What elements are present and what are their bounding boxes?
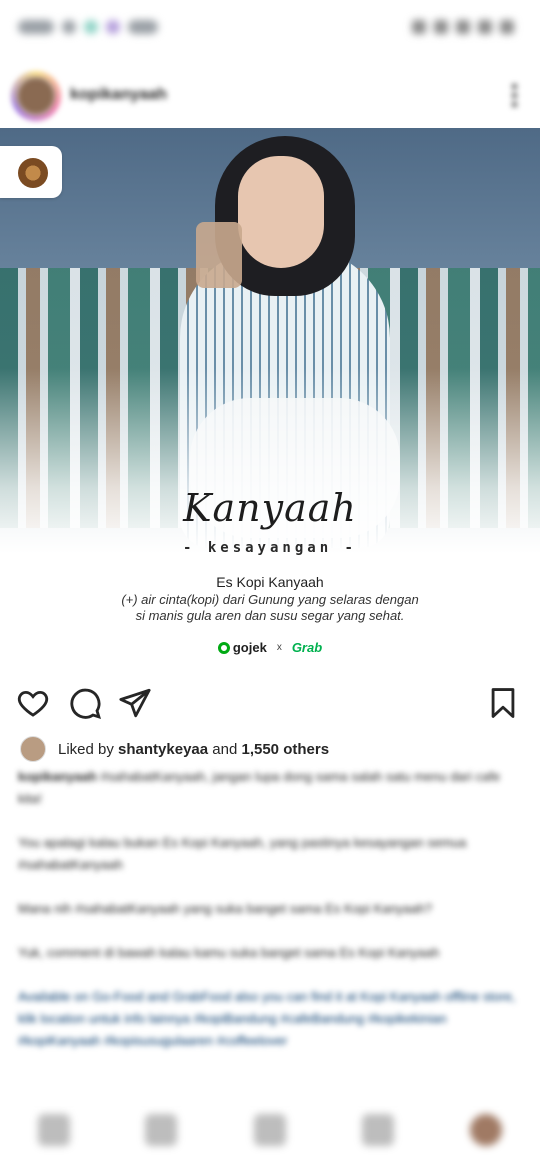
- caption-paragraph: Yuk, comment di bawah kalau kamu suka ba…: [18, 945, 440, 960]
- description-line: si manis gula aren dan susu segar yang s…: [135, 608, 405, 623]
- post-author-username[interactable]: kopikanyaah: [70, 86, 167, 104]
- partner-separator: x: [276, 642, 282, 653]
- bottom-navigation: [0, 1100, 540, 1170]
- gojek-logo: gojek: [217, 640, 267, 655]
- status-system-icons: [412, 20, 514, 34]
- liked-by-text: Liked by shantykeyaa and 1,550 others: [58, 741, 329, 758]
- likes-count[interactable]: 1,550 others: [241, 741, 329, 758]
- reels-icon[interactable]: [254, 1114, 286, 1146]
- liker-avatar: [20, 736, 46, 762]
- post-action-bar: [0, 682, 540, 726]
- heart-icon[interactable]: [16, 686, 50, 720]
- home-icon[interactable]: [38, 1114, 70, 1146]
- brand-logo: [0, 146, 62, 198]
- liker-username[interactable]: shantykeyaa: [118, 741, 208, 758]
- more-options-icon[interactable]: [512, 84, 518, 108]
- caption-paragraph: Mana nih #sahabatKanyaah yang suka bange…: [18, 901, 433, 916]
- post-author-avatar[interactable]: [12, 72, 60, 120]
- activity-icon[interactable]: [362, 1114, 394, 1146]
- post-header: kopikanyaah: [0, 68, 540, 124]
- status-bar: [0, 0, 540, 58]
- liked-by-prefix: Liked by: [58, 740, 119, 758]
- search-icon[interactable]: [145, 1114, 177, 1146]
- caption-paragraph: Available on Go-Food and GrabFood also y…: [18, 989, 516, 1048]
- coffee-cup: [196, 222, 242, 288]
- product-description: (+) air cinta(kopi) dari Gunung yang sel…: [0, 592, 540, 624]
- grab-logo: Grab: [291, 640, 323, 655]
- description-line: (+) air cinta(kopi) dari Gunung yang sel…: [121, 592, 419, 607]
- caption-username[interactable]: kopikanyaah: [18, 769, 97, 784]
- post-caption: kopikanyaah #sahabatKanyaah, jangan lupa…: [18, 766, 523, 1074]
- coffee-bean-logo-icon: [18, 158, 48, 188]
- status-notifications: [18, 20, 158, 34]
- script-title: Kanyaah: [183, 486, 357, 530]
- product-name: Es Kopi Kanyaah: [216, 574, 324, 590]
- gojek-icon: [217, 641, 230, 654]
- gojek-label: gojek: [232, 640, 267, 655]
- script-subtitle: - kesayangan -: [182, 540, 357, 556]
- caption-paragraph: kopikanyaah #sahabatKanyaah, jangan lupa…: [18, 766, 523, 810]
- post-image[interactable]: Kanyaah - kesayangan - Es Kopi Kanyaah (…: [0, 128, 540, 668]
- caption-paragraph: You apalagi kalau bukan Es Kopi Kanyaah,…: [18, 835, 467, 872]
- bookmark-icon[interactable]: [486, 686, 520, 720]
- liked-by-middle: and: [208, 740, 242, 758]
- share-icon[interactable]: [118, 686, 152, 720]
- profile-avatar[interactable]: [470, 1114, 502, 1146]
- person-face: [238, 156, 324, 268]
- comment-icon[interactable]: [68, 686, 102, 720]
- liked-by-row[interactable]: Liked by shantykeyaa and 1,550 others: [20, 736, 329, 762]
- delivery-partners: gojek x Grab: [0, 640, 540, 655]
